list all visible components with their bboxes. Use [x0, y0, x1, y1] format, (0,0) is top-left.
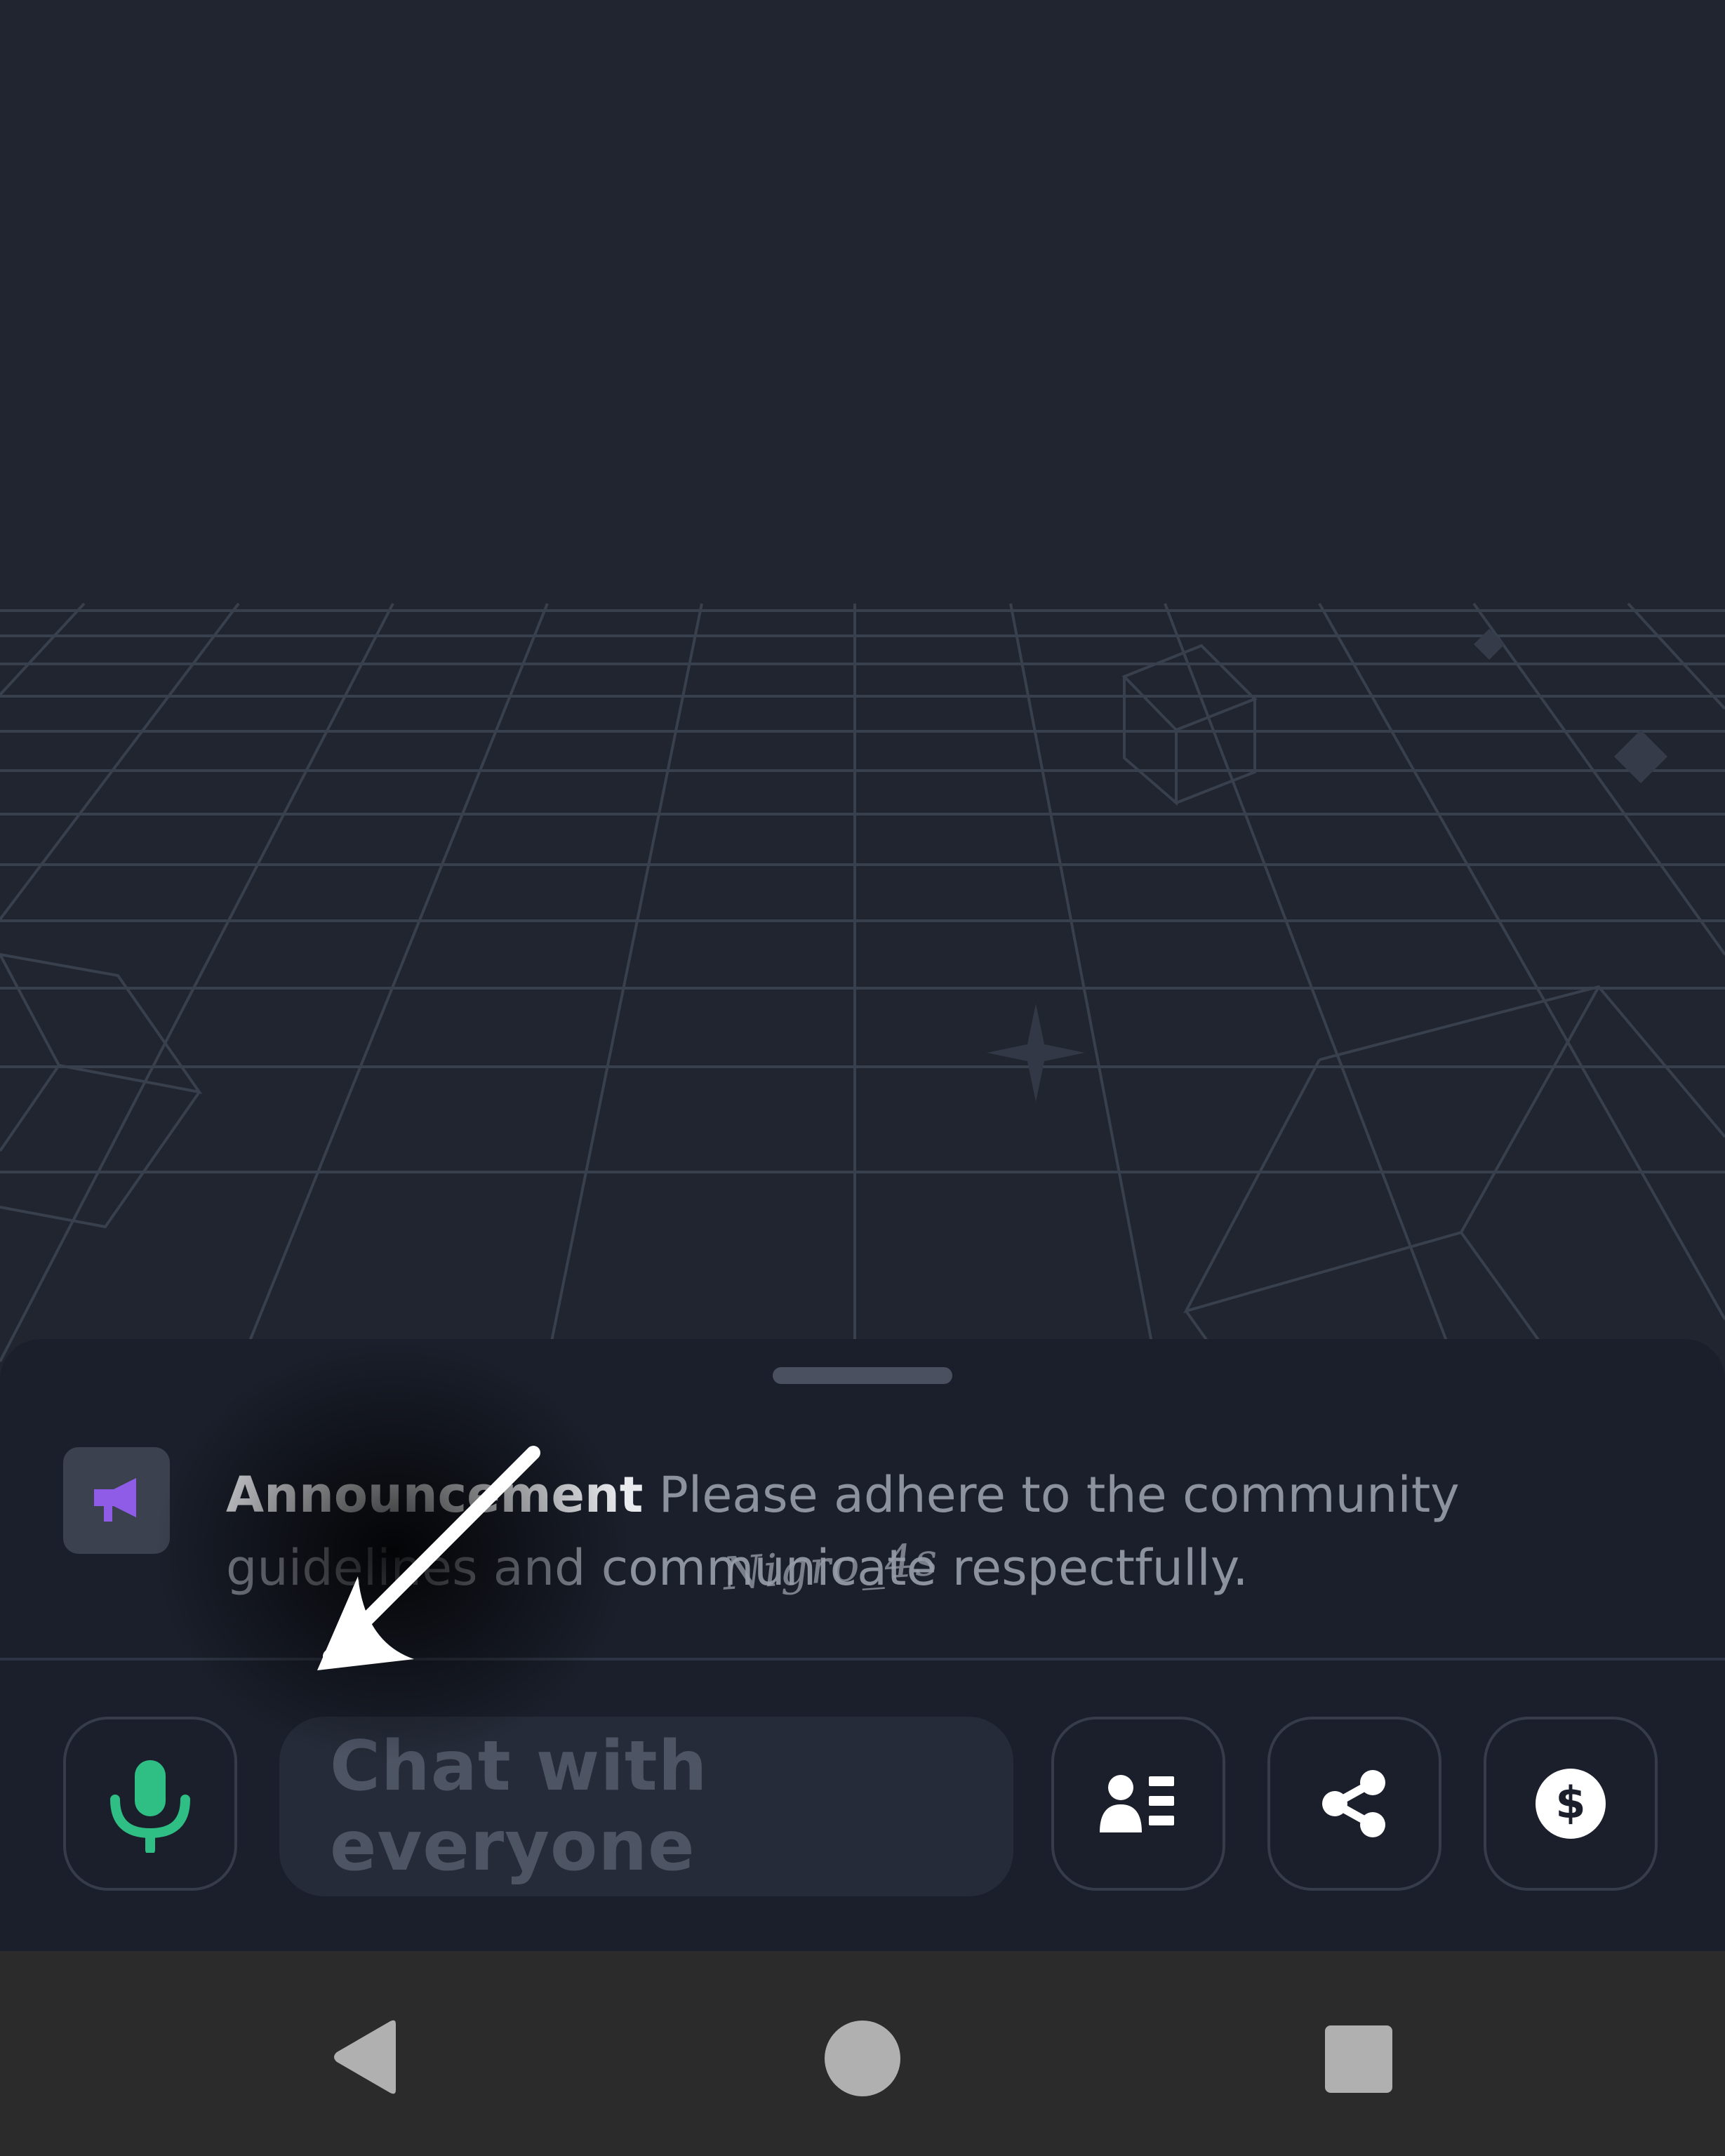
- divider: [0, 1658, 1725, 1661]
- grid-artwork: [0, 0, 1725, 1376]
- background-grid-scene: [0, 0, 1725, 1376]
- home-circle-icon[interactable]: [824, 2020, 901, 2097]
- announcement-banner: Announcement Please adhere to the commun…: [226, 1458, 1686, 1604]
- chat-input[interactable]: Chat with everyone: [279, 1717, 1013, 1896]
- system-navigation-bar: [0, 1951, 1725, 2156]
- chat-bottom-sheet: Announcement Please adhere to the commun…: [0, 1339, 1725, 1951]
- participants-button[interactable]: [1051, 1717, 1225, 1891]
- announcement-title: Announcement: [226, 1466, 644, 1524]
- back-triangle-icon[interactable]: [328, 2018, 401, 2096]
- share-icon: [1322, 1770, 1385, 1837]
- megaphone-icon: [63, 1447, 170, 1554]
- share-button[interactable]: [1267, 1717, 1441, 1891]
- microphone-icon: [110, 1760, 190, 1853]
- chat-input-placeholder: Chat with everyone: [330, 1726, 708, 1886]
- microphone-button[interactable]: [63, 1717, 237, 1891]
- dollar-coin-icon: $: [1536, 1769, 1606, 1839]
- svg-text:$: $: [1555, 1777, 1585, 1828]
- participants-list-icon: [1100, 1775, 1174, 1832]
- tip-button[interactable]: $: [1484, 1717, 1658, 1891]
- recents-square-icon[interactable]: [1324, 2024, 1394, 2094]
- drag-handle[interactable]: [773, 1367, 952, 1384]
